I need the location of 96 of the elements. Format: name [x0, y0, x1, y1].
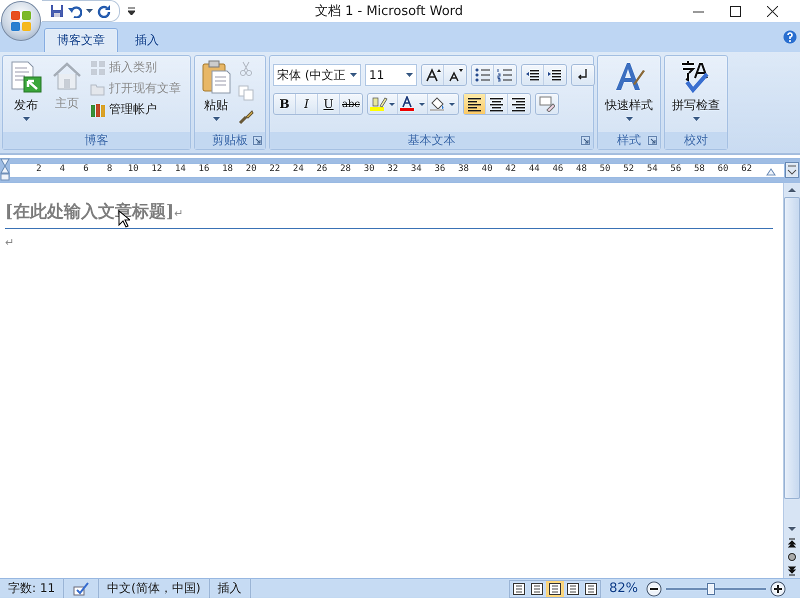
previous-page-icon[interactable] — [785, 536, 799, 550]
ruler-number: 36 — [433, 164, 446, 176]
ribbon-button[interactable]: 管理帐户 — [88, 100, 183, 119]
undo-dropdown-icon — [86, 9, 93, 13]
home-icon — [51, 60, 83, 92]
ruler-number: 4 — [58, 164, 66, 176]
clipboard-icon — [201, 60, 231, 94]
publish-document-icon — [9, 60, 43, 94]
view-ruler-icon[interactable] — [785, 162, 799, 178]
indent-icon — [547, 68, 563, 82]
office-logo-icon — [9, 9, 33, 33]
outdent-icon — [524, 68, 540, 82]
vertical-scrollbar[interactable] — [783, 183, 800, 578]
paragraph-mark: ↵ — [5, 236, 14, 249]
help-icon[interactable] — [783, 30, 797, 44]
caret-icon — [406, 73, 413, 77]
insert-mode-status[interactable]: 插入 — [218, 580, 242, 597]
group-label: 博客 — [84, 132, 108, 149]
ruler-number: 44 — [528, 164, 541, 176]
ruler-number: 14 — [174, 164, 187, 176]
right-indent-marker-icon[interactable] — [766, 168, 776, 176]
ruler-number: 26 — [316, 164, 328, 176]
ruler-number: 24 — [292, 164, 305, 176]
ruler-number: 46 — [551, 164, 564, 176]
highlight-button[interactable] — [368, 94, 398, 114]
ruler-number: 38 — [457, 164, 470, 176]
dialog-launcher-icon[interactable] — [581, 136, 590, 145]
ruler-number: 34 — [410, 164, 423, 176]
align-left-button[interactable] — [464, 94, 486, 114]
quick-styles-button[interactable]: 快速样式 — [601, 58, 657, 130]
ruler-number: 6 — [82, 164, 90, 176]
ruler-number: 50 — [598, 164, 612, 176]
ribbon-tab[interactable]: 博客文章 — [44, 28, 118, 52]
save-icon[interactable] — [50, 4, 64, 18]
customize-toolbar-icon[interactable] — [128, 7, 135, 15]
ruler-number: 8 — [106, 164, 114, 176]
office-button[interactable] — [1, 1, 41, 41]
next-page-icon[interactable] — [785, 564, 799, 578]
caret-icon — [350, 73, 357, 77]
font-color-button[interactable] — [398, 94, 428, 114]
ruler-number: 30 — [362, 164, 376, 176]
font-dropdown[interactable]: 宋体 (中文正 — [273, 64, 361, 86]
group-label: 基本文本 — [408, 132, 456, 149]
zoom-out-button[interactable] — [646, 580, 662, 596]
ruler-number: 10 — [126, 164, 140, 176]
redo-icon[interactable] — [97, 4, 111, 18]
close-icon[interactable] — [767, 6, 778, 16]
caret-icon — [22, 117, 30, 121]
ribbon-button[interactable]: 发布 — [6, 58, 46, 130]
language-status[interactable]: 中文(简体，中国) — [107, 580, 201, 597]
ruler-number: 56 — [669, 164, 682, 176]
ruler-number: 40 — [480, 164, 494, 176]
undo-icon[interactable] — [68, 4, 82, 18]
group-label: 样式 — [617, 132, 641, 149]
group-label: 校对 — [684, 132, 708, 149]
caret-icon — [212, 117, 220, 121]
ruler-number: 12 — [150, 164, 164, 176]
ruler-number: 60 — [716, 164, 730, 176]
zoom-in-button[interactable] — [770, 580, 786, 596]
group-label: 剪贴板 — [212, 132, 248, 149]
spelling-check-button[interactable]: 拼写检查 — [668, 58, 724, 130]
caret-icon — [692, 117, 700, 121]
ribbon-tab[interactable]: 插入 — [122, 28, 172, 52]
maximize-icon[interactable] — [730, 6, 742, 16]
caret-icon — [626, 117, 632, 121]
ruler-number: 16 — [198, 164, 210, 176]
proofing-status-icon[interactable] — [72, 582, 90, 596]
brush-button[interactable] — [236, 108, 256, 126]
browse-object-icon[interactable] — [785, 550, 799, 564]
ruler-number: 48 — [575, 164, 588, 176]
ruler-number: 28 — [339, 164, 352, 176]
dialog-launcher-icon[interactable] — [253, 136, 262, 145]
zoom-level[interactable]: 82% — [609, 581, 638, 596]
strikethrough-button[interactable]: abc — [340, 94, 362, 114]
ruler-number: 52 — [622, 164, 636, 176]
underline-button[interactable]: U — [318, 94, 340, 114]
ruler-number: 62 — [740, 164, 754, 176]
ruler-number: 2 — [35, 164, 42, 176]
ruler-number: 42 — [504, 164, 518, 176]
paste-button[interactable]: 粘贴 — [198, 58, 234, 130]
books-icon — [90, 102, 106, 118]
italic-button[interactable]: I — [296, 94, 318, 114]
word-count[interactable]: 字数: 11 — [8, 580, 56, 597]
ruler-number: 22 — [268, 164, 282, 176]
dialog-launcher-icon[interactable] — [648, 136, 657, 145]
ruler-number: 18 — [221, 164, 234, 176]
window-title: 文档 1 - Microsoft Word — [314, 3, 464, 20]
ruler-number: 20 — [244, 164, 258, 176]
font-size-dropdown[interactable]: 11 — [365, 64, 417, 86]
view-button[interactable] — [546, 580, 564, 596]
ruler-number: 32 — [386, 164, 400, 176]
grid-icon — [90, 60, 106, 76]
ruler-number: 58 — [693, 164, 706, 176]
indent-marker-icon[interactable] — [0, 158, 10, 182]
bold-button[interactable]: B — [274, 94, 296, 114]
ruler-number: 54 — [646, 164, 659, 176]
